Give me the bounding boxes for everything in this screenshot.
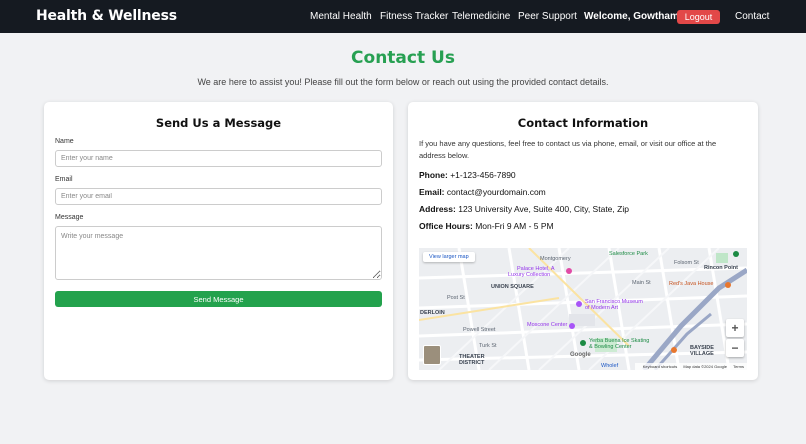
email-info-label: Email: bbox=[419, 187, 445, 197]
map-label-wholefoods: Wholef bbox=[601, 363, 619, 369]
map-label-turk-st: Turk St bbox=[479, 343, 497, 349]
message-form-card: Send Us a Message Name Email Message Sen… bbox=[44, 102, 393, 380]
email-label: Email bbox=[55, 176, 73, 183]
terms-link[interactable]: Terms bbox=[733, 364, 744, 369]
view-larger-map-link[interactable]: View larger map bbox=[423, 252, 475, 262]
map-data-text: Map data ©2024 Google bbox=[683, 364, 727, 369]
address-value: 123 University Ave, Suite 400, City, Sta… bbox=[458, 204, 629, 214]
nav-fitness-tracker[interactable]: Fitness Tracker bbox=[380, 11, 448, 22]
phone-value: +1-123-456-7890 bbox=[450, 170, 516, 180]
map-label-montgomery: Montgomery bbox=[540, 256, 571, 262]
nav-mental-health[interactable]: Mental Health bbox=[310, 11, 372, 22]
map-label-main-st: Main St bbox=[632, 280, 651, 286]
map-label-sfmoma-2: of Modern Art bbox=[585, 305, 619, 311]
nav-peer-support[interactable]: Peer Support bbox=[518, 11, 577, 22]
venue-pin-icon bbox=[569, 323, 575, 329]
address-label: Address: bbox=[419, 204, 456, 214]
map-label-rincon-point: Rincon Point bbox=[704, 265, 738, 271]
map-label-post-st: Post St bbox=[447, 295, 465, 301]
hours-label: Office Hours: bbox=[419, 221, 473, 231]
name-label: Name bbox=[55, 138, 74, 145]
nav-contact[interactable]: Contact bbox=[735, 11, 769, 22]
keyboard-shortcuts-link[interactable]: Keyboard shortcuts bbox=[643, 364, 677, 369]
name-input[interactable] bbox=[55, 150, 382, 167]
zoom-out-button[interactable]: − bbox=[726, 339, 744, 357]
nav-telemedicine[interactable]: Telemedicine bbox=[452, 11, 510, 22]
map-label-reds-java-house: Red's Java House bbox=[669, 281, 714, 287]
address-row: Address: 123 University Ave, Suite 400, … bbox=[419, 204, 629, 214]
email-input[interactable] bbox=[55, 188, 382, 205]
hours-row: Office Hours: Mon-Fri 9 AM - 5 PM bbox=[419, 221, 554, 231]
page-subtitle: We are here to assist you! Please fill o… bbox=[197, 77, 609, 87]
map-label-union-square: UNION SQUARE bbox=[491, 284, 534, 290]
park-pin-icon bbox=[580, 340, 586, 346]
green-pin-icon bbox=[733, 251, 739, 257]
map-label-salesforce-park: Salesforce Park bbox=[609, 251, 648, 257]
map-label-folsom-st: Folsom St bbox=[674, 260, 699, 266]
logout-button[interactable]: Logout bbox=[677, 10, 720, 24]
welcome-text: Welcome, Gowtham bbox=[584, 11, 679, 22]
brand-logo[interactable]: Health & Wellness bbox=[36, 8, 177, 24]
phone-row: Phone: +1-123-456-7890 bbox=[419, 170, 516, 180]
navbar: Health & Wellness Mental Health Fitness … bbox=[0, 0, 806, 33]
cafe-pin-icon bbox=[671, 347, 677, 353]
map-label-luxury-collection: Luxury Collection bbox=[508, 272, 551, 278]
contact-info-title: Contact Information bbox=[517, 116, 649, 130]
map-label-bayside-village-2: VILLAGE bbox=[690, 351, 714, 357]
map-label-yerba-buena-2: & Bowling Center bbox=[589, 344, 632, 350]
map-label-theater-district-2: DISTRICT bbox=[459, 360, 485, 366]
message-label: Message bbox=[55, 214, 84, 221]
museum-pin-icon bbox=[576, 301, 582, 307]
message-textarea[interactable] bbox=[55, 226, 382, 280]
contact-intro: If you have any questions, feel free to … bbox=[419, 139, 717, 160]
email-value: contact@yourdomain.com bbox=[446, 187, 546, 197]
map-label-derloin: DERLOIN bbox=[420, 310, 445, 316]
hotel-pin-icon bbox=[566, 268, 572, 274]
send-message-button[interactable]: Send Message bbox=[55, 291, 382, 307]
embedded-map[interactable]: View larger map Salesforce Park Montgome… bbox=[419, 248, 747, 370]
contact-info-card: Contact Information If you have any ques… bbox=[408, 102, 758, 380]
hours-value: Mon-Fri 9 AM - 5 PM bbox=[475, 221, 554, 231]
email-row: Email: contact@yourdomain.com bbox=[419, 187, 546, 197]
phone-label: Phone: bbox=[419, 170, 448, 180]
form-title: Send Us a Message bbox=[155, 116, 282, 130]
restaurant-pin-icon bbox=[725, 282, 731, 288]
map-label-moscone-center: Moscone Center bbox=[527, 322, 568, 328]
page-title: Contact Us bbox=[351, 48, 455, 68]
google-logo: Google bbox=[570, 352, 591, 358]
map-label-powell-street: Powell Street bbox=[463, 327, 496, 333]
zoom-in-button[interactable]: + bbox=[726, 319, 744, 337]
street-view-icon[interactable] bbox=[423, 345, 441, 365]
map-attribution: Keyboard shortcuts Map data ©2024 Google… bbox=[634, 363, 747, 370]
